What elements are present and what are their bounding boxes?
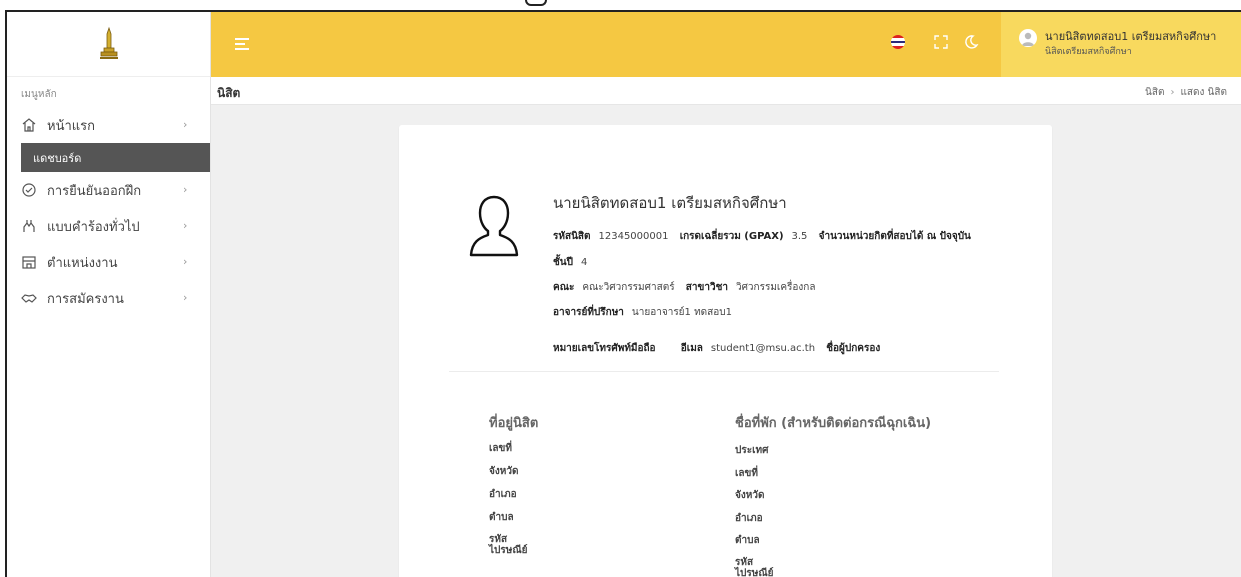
student-avatar-icon (469, 195, 519, 257)
sidebar-item-label: แบบคำร้องทั่วไป (47, 219, 140, 235)
emergency-field-number: เลขที่ (735, 468, 758, 479)
menu-toggle-icon[interactable] (235, 38, 249, 53)
breadcrumb-item-current: แสดง นิสิต (1180, 87, 1227, 98)
email-value[interactable]: student1@msu.ac.th (711, 343, 815, 354)
handshake-icon (21, 294, 37, 303)
home-icon (22, 118, 36, 132)
info-row-academic: รหัสนิสิต 12345000001 เกรดเฉลี่ยรวม (GPAX… (553, 229, 979, 244)
breadcrumb: นิสิต › แสดง นิสิต (1145, 85, 1227, 100)
hands-icon (23, 220, 35, 232)
guardian-label: ชื่อผู้ปกครอง (826, 343, 881, 354)
sidebar-item-home[interactable]: หน้าแรก › (7, 107, 210, 143)
address-field-province: จังหวัด (489, 466, 519, 477)
user-role: นิสิตเตรียมสหกิจศึกษา (1045, 47, 1132, 57)
sidebar-item-job-application[interactable]: การสมัครงาน › (7, 280, 210, 316)
user-profile-box[interactable]: นายนิสิตทดสอบ1 เตรียมสหกิจศึกษา นิสิตเตร… (1001, 12, 1241, 77)
emergency-field-subdistrict: ตำบล (735, 535, 760, 546)
breadcrumb-item[interactable]: นิสิต (1145, 87, 1164, 98)
gpax-value: 3.5 (791, 231, 808, 242)
faculty-label: คณะ (553, 282, 575, 293)
emergency-field-province: จังหวัด (735, 490, 765, 501)
credits-label: จำนวนหน่วยกิตที่สอบได้ ณ ปัจจุบัน (818, 231, 971, 242)
info-row-faculty: คณะ คณะวิศวกรรมศาสตร์ สาขาวิชา วิศวกรรมเคร… (553, 280, 824, 295)
sidebar-item-positions[interactable]: ตำแหน่งงาน › (7, 244, 210, 280)
emergency-field-country: ประเทศ (735, 445, 769, 456)
user-name: นายนิสิตทดสอบ1 เตรียมสหกิจศึกษา (1045, 30, 1217, 43)
address-field-district: อำเภอ (489, 489, 517, 500)
address-field-number: เลขที่ (489, 443, 512, 454)
dark-mode-moon-icon[interactable] (963, 34, 979, 50)
page-title: นิสิต (217, 86, 241, 100)
chevron-right-icon: › (183, 183, 188, 196)
check-circle-icon (22, 183, 36, 197)
building-icon (22, 256, 36, 269)
chevron-right-icon: › (183, 219, 188, 232)
sidebar-item-label: การสมัครงาน (47, 291, 124, 307)
sidebar: เมนูหลัก หน้าแรก › แดชบอร์ด การยืนยันออก… (7, 12, 211, 577)
major-label: สาขาวิชา (685, 282, 728, 293)
section-divider (449, 371, 999, 372)
student-id-value: 12345000001 (598, 231, 669, 242)
sidebar-item-confirm-training[interactable]: การยืนยันออกฝึก › (7, 172, 210, 208)
address-section-title: ที่อยู่นิสิต (489, 416, 539, 431)
student-name: นายนิสิตทดสอบ1 เตรียมสหกิจศึกษา (553, 194, 787, 212)
year-label: ชั้นปี (553, 257, 573, 268)
breadcrumb-separator-icon: › (1170, 87, 1175, 98)
faculty-value: คณะวิศวกรรมศาสตร์ (582, 282, 675, 293)
thai-flag-icon[interactable] (891, 35, 905, 49)
sidebar-item-label: ตำแหน่งงาน (47, 255, 118, 271)
advisor-value: นายอาจารย์1 ทดสอบ1 (631, 307, 732, 318)
fullscreen-icon[interactable] (933, 34, 949, 50)
info-row-year: ชั้นปี 4 (553, 255, 595, 270)
email-label: อีเมล (680, 343, 703, 354)
student-profile-card: นายนิสิตทดสอบ1 เตรียมสหกิจศึกษา รหัสนิสิ… (399, 125, 1052, 577)
major-value: วิศวกรรมเครื่องกล (735, 282, 816, 293)
address-field-subdistrict: ตำบล (489, 512, 514, 523)
emergency-section-title: ชื่อที่พัก (สำหรับติดต่อกรณีฉุกเฉิน) (735, 416, 932, 431)
chevron-right-icon: › (183, 291, 188, 304)
app-frame: เมนูหลัก หน้าแรก › แดชบอร์ด การยืนยันออก… (5, 10, 1241, 577)
sidebar-subitem-dashboard[interactable]: แดชบอร์ด (21, 143, 210, 172)
student-id-label: รหัสนิสิต (553, 231, 591, 242)
sidebar-item-label: การยืนยันออกฝึก (47, 183, 142, 199)
page-header-bar: นิสิต นิสิต › แสดง นิสิต (211, 77, 1241, 105)
address-field-postcode: รหัส ไปรษณีย์ (489, 534, 528, 556)
sidebar-item-label: หน้าแรก (47, 118, 95, 134)
advisor-label: อาจารย์ที่ปรึกษา (553, 307, 624, 318)
info-row-advisor: อาจารย์ที่ปรึกษา นายอาจารย์1 ทดสอบ1 (553, 305, 740, 320)
chevron-right-icon: › (183, 118, 188, 131)
emergency-field-district: อำเภอ (735, 513, 763, 524)
chevron-right-icon: › (183, 255, 188, 268)
phone-label: หมายเลขโทรศัพท์มือถือ (553, 343, 656, 354)
logo-area (7, 12, 210, 77)
menu-heading: เมนูหลัก (21, 89, 57, 100)
top-strip (0, 0, 1241, 10)
year-value: 4 (580, 257, 588, 268)
sidebar-item-general-request[interactable]: แบบคำร้องทั่วไป › (7, 208, 210, 244)
top-header: นายนิสิตทดสอบ1 เตรียมสหกิจศึกษา นิสิตเตร… (211, 12, 1241, 77)
emergency-field-postcode: รหัส ไปรษณีย์ (735, 557, 774, 577)
user-avatar-icon (1019, 29, 1037, 47)
gpax-label: เกรดเฉลี่ยรวม (GPAX) (679, 231, 784, 242)
university-logo[interactable] (98, 26, 120, 62)
info-row-contact: หมายเลขโทรศัพท์มือถือ อีเมล student1@msu.… (553, 341, 888, 356)
